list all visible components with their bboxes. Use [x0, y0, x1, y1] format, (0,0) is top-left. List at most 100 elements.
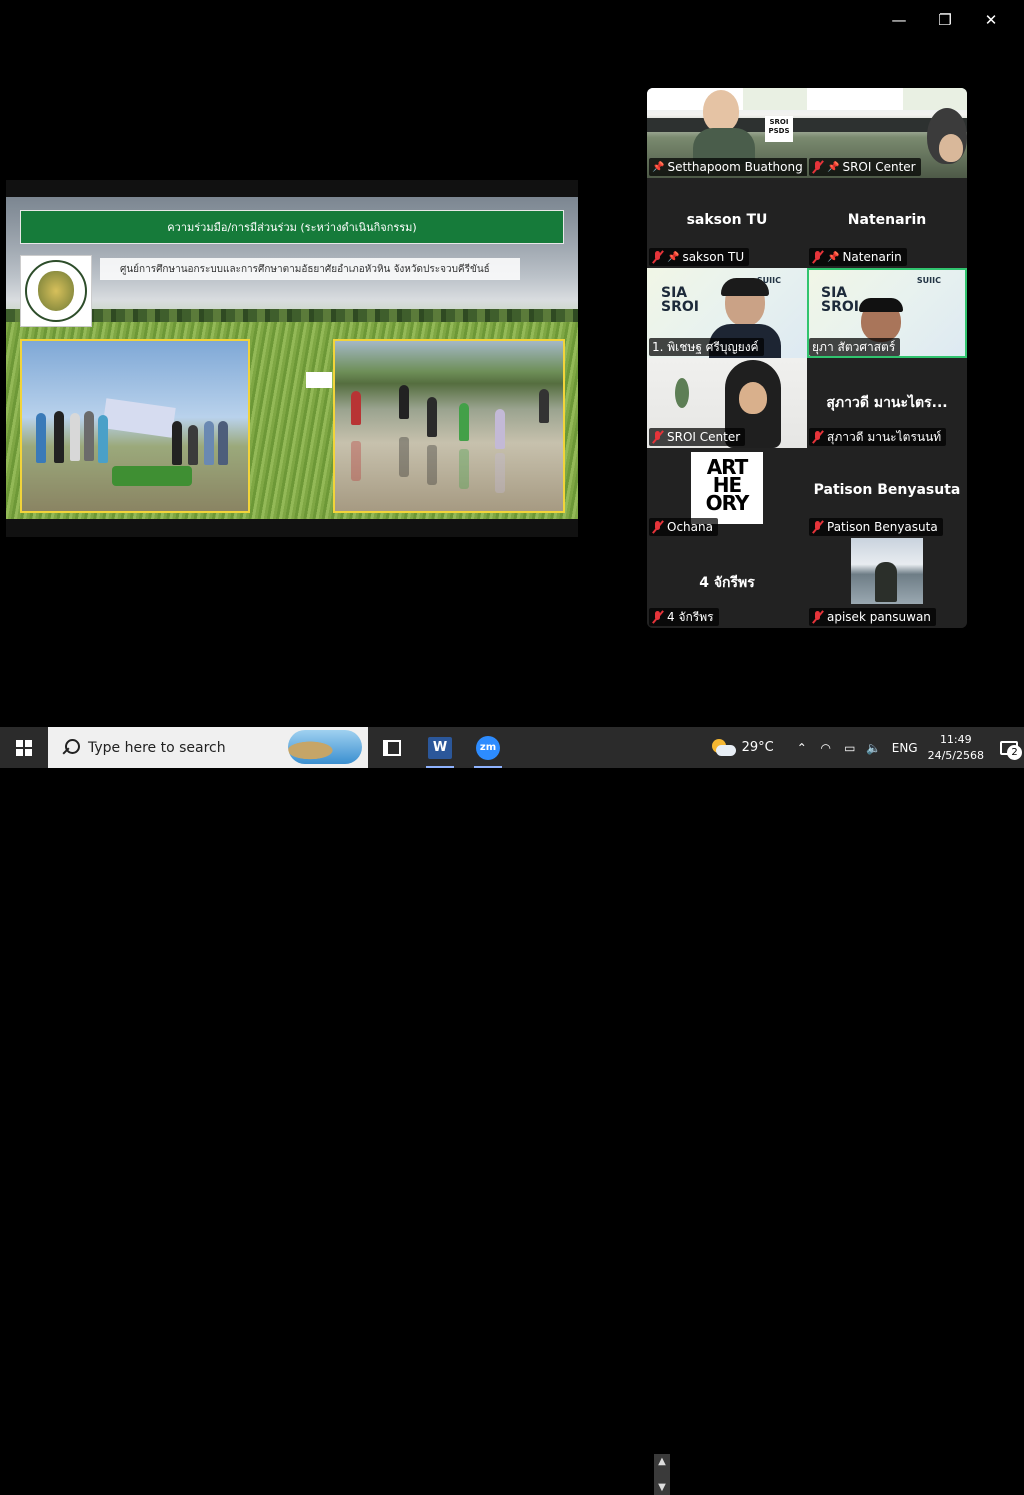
search-highlight-image: [288, 730, 362, 764]
participant-tile[interactable]: สุภาวดี มานะไตร... สุภาวดี มานะไตรนนท์: [807, 358, 967, 448]
power-icon[interactable]: ▭: [838, 741, 862, 755]
notification-count-badge: 2: [1007, 745, 1022, 760]
taskbar-scroll[interactable]: ▲ ▼: [654, 1454, 670, 1495]
network-icon[interactable]: ◠: [814, 741, 838, 755]
zoom-taskbar-button[interactable]: zm: [464, 727, 512, 768]
task-view-icon: [383, 739, 401, 756]
task-view-button[interactable]: [368, 727, 416, 768]
clock-date: 24/5/2568: [927, 748, 984, 762]
participant-name: Ochana: [667, 520, 713, 534]
muted-mic-icon: [652, 250, 664, 264]
participant-tile[interactable]: SIA SROI SUIIC 1. พิเชษฐ ศรีบุญยงค์: [647, 268, 807, 358]
shared-screen[interactable]: ความร่วมมือ/การมีส่วนร่วม (ระหว่างดำเนิน…: [6, 180, 578, 537]
participant-name-tag: Patison Benyasuta: [809, 518, 943, 536]
participant-profile-photo: [851, 538, 923, 604]
sia-sroi-logo: SIA SROI: [821, 285, 859, 315]
pin-icon: 📌: [827, 251, 840, 263]
close-button[interactable]: ✕: [968, 8, 1014, 32]
participant-display-name: Natenarin: [847, 212, 927, 228]
participant-name: สุภาวดี มานะไตรนนท์: [827, 429, 942, 444]
notification-center-button[interactable]: 2: [994, 727, 1024, 768]
participant-name-tag: สุภาวดี มานะไตรนนท์: [809, 428, 947, 446]
participant-gallery: SROI PSDS 📌 Setthapoom Buathong 📌 SROI Ce…: [647, 88, 967, 628]
restore-button[interactable]: ❐: [922, 8, 968, 32]
suiic-logo: SUIIC: [916, 276, 941, 285]
weather-temperature: 29°C: [741, 740, 774, 755]
word-taskbar-button[interactable]: W: [416, 727, 464, 768]
chevron-down-icon: ▼: [658, 1482, 666, 1493]
muted-mic-icon: [812, 160, 824, 174]
participant-name-tag: 📌 SROI Center: [809, 158, 921, 176]
participant-tile[interactable]: SROI Center: [647, 358, 807, 448]
slide-title: ความร่วมมือ/การมีส่วนร่วม (ระหว่างดำเนิน…: [20, 210, 564, 244]
weather-widget[interactable]: 29°C: [710, 738, 774, 757]
participant-tile[interactable]: SROI PSDS 📌 Setthapoom Buathong: [647, 88, 807, 178]
windows-logo-icon: [16, 739, 32, 756]
pin-icon: 📌: [667, 251, 680, 263]
participant-name-tag: ยุภา สัตวศาสตร์: [809, 338, 901, 356]
art-theory-logo: ART HE ORY: [691, 452, 763, 524]
pin-icon: 📌: [827, 161, 840, 173]
sia-sroi-logo: SIA SROI: [661, 285, 699, 315]
partly-cloudy-icon: [710, 738, 736, 757]
participant-tile-active-speaker[interactable]: SIA SROI SUIIC ยุภา สัตวศาสตร์: [807, 268, 967, 358]
participant-name-tag: 4 จักรีพร: [649, 608, 719, 626]
group-photo: [20, 339, 250, 513]
taskbar-search-box[interactable]: Type here to search: [48, 727, 368, 768]
muted-mic-icon: [812, 610, 824, 624]
meeting-stage: — ❐ ✕ ความร่วมมือ/การมีส่วนร่วม (ระหว่าง…: [0, 0, 1024, 727]
participant-name-tag: SROI Center: [649, 428, 746, 446]
muted-mic-icon: [652, 610, 664, 624]
participant-name: apisek pansuwan: [827, 610, 931, 624]
windows-taskbar: Type here to search W zm ▲ ▼ 29°C ⌃ ◠ ▭ …: [0, 727, 1024, 1495]
start-button[interactable]: [0, 727, 48, 768]
rice-planting-photo: [333, 339, 565, 513]
participant-name: SROI Center: [667, 430, 741, 444]
window-controls: — ❐ ✕: [876, 8, 1014, 32]
search-icon: [60, 738, 80, 758]
presentation-slide: ความร่วมมือ/การมีส่วนร่วม (ระหว่างดำเนิน…: [6, 197, 578, 519]
muted-mic-icon: [812, 250, 824, 264]
participant-display-name: Patison Benyasuta: [813, 482, 961, 498]
input-language[interactable]: ENG: [892, 741, 918, 755]
participant-tile[interactable]: 📌 SROI Center: [807, 88, 967, 178]
clock-time: 11:49: [939, 732, 972, 746]
system-tray: 29°C ⌃ ◠ ▭ 🔈 ENG 11:49 24/5/2568 2: [710, 727, 1024, 768]
chevron-up-icon: ▲: [658, 1456, 666, 1467]
participant-display-name: สุภาวดี มานะไตร...: [826, 395, 948, 411]
participant-name: Natenarin: [842, 250, 902, 264]
muted-mic-icon: [812, 520, 824, 534]
search-placeholder: Type here to search: [88, 739, 226, 756]
muted-mic-icon: [812, 430, 824, 444]
muted-mic-icon: [652, 430, 664, 444]
participant-name-tag: Ochana: [649, 518, 718, 536]
participant-name: Patison Benyasuta: [827, 520, 938, 534]
clock[interactable]: 11:49 24/5/2568: [928, 732, 984, 764]
minimize-button[interactable]: —: [876, 8, 922, 32]
participant-name-tag: 📌 Setthapoom Buathong: [649, 158, 807, 176]
participant-name-tag: apisek pansuwan: [809, 608, 936, 626]
muted-mic-icon: [652, 520, 664, 534]
zoom-icon: zm: [476, 735, 500, 760]
participant-name: 4 จักรีพร: [667, 609, 714, 624]
participant-name: sakson TU: [682, 250, 745, 264]
participant-tile[interactable]: Natenarin 📌 Natenarin: [807, 178, 967, 268]
participant-name-tag: 1. พิเชษฐ ศรีบุญยงค์: [649, 338, 764, 356]
participant-display-name: 4 จักรีพร: [699, 575, 755, 591]
participant-name-tag: 📌 sakson TU: [649, 248, 750, 266]
participant-tile[interactable]: ART HE ORY Ochana: [647, 448, 807, 538]
participant-tile[interactable]: apisek pansuwan: [807, 538, 967, 628]
participant-name-tag: 📌 Natenarin: [809, 248, 907, 266]
pin-icon: 📌: [652, 161, 665, 173]
participant-name: SROI Center: [842, 160, 916, 174]
participant-name: Setthapoom Buathong: [667, 160, 803, 174]
volume-icon[interactable]: 🔈: [862, 741, 886, 755]
participant-name: ยุภา สัตวศาสตร์: [812, 339, 896, 354]
participant-tile[interactable]: sakson TU 📌 sakson TU: [647, 178, 807, 268]
participant-display-name: sakson TU: [686, 212, 768, 228]
participant-video: [703, 90, 739, 132]
participant-tile[interactable]: Patison Benyasuta Patison Benyasuta: [807, 448, 967, 538]
slide-subtitle: ศูนย์การศึกษานอกระบบและการศึกษาตามอัธยาศ…: [100, 258, 520, 280]
show-hidden-icons-button[interactable]: ⌃: [790, 741, 814, 755]
participant-tile[interactable]: 4 จักรีพร 4 จักรีพร: [647, 538, 807, 628]
